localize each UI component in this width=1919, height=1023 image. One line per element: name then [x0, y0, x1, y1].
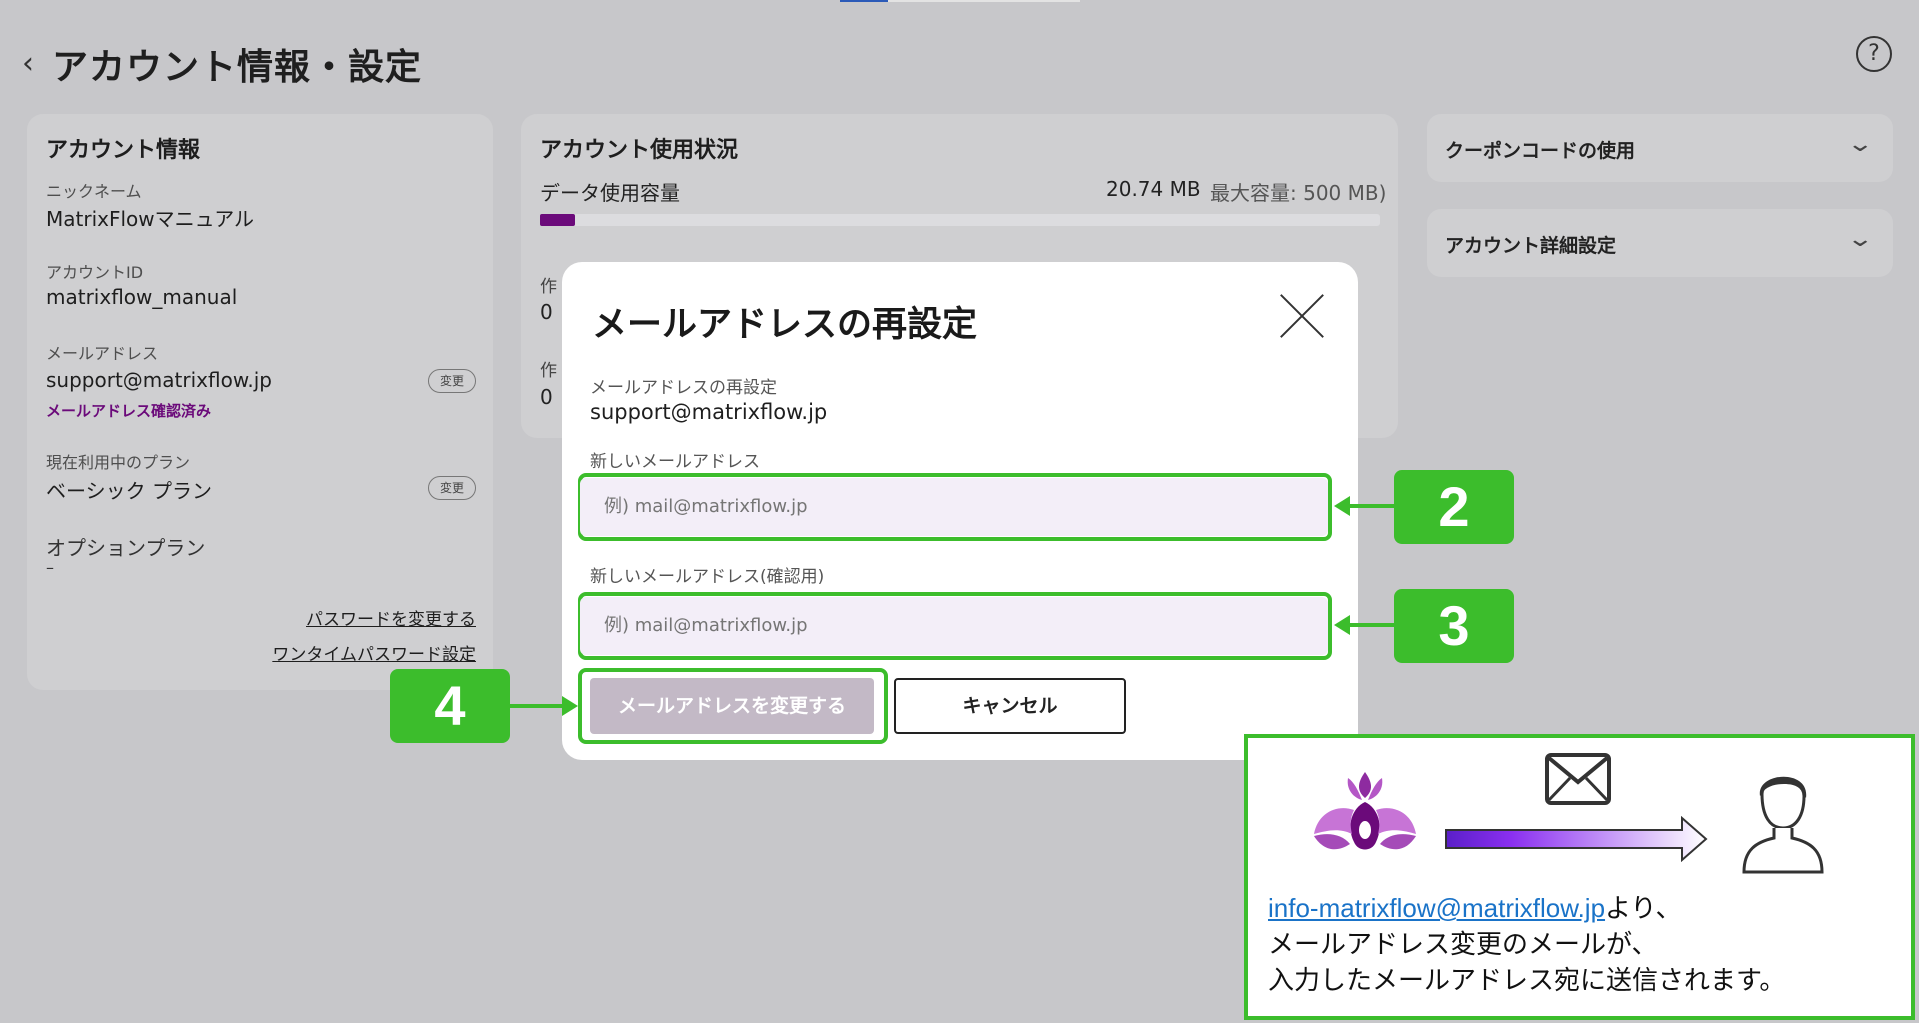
confirm-email-input[interactable] [580, 597, 1328, 655]
callout-badge-2: 2 [1394, 470, 1514, 544]
info-line3: 入力したメールアドレス宛に送信されます。 [1268, 965, 1786, 995]
account-detail-accordion[interactable]: アカウント詳細設定 ⌄ [1427, 209, 1893, 277]
plan-label: 現在利用中のプラン [46, 453, 191, 472]
email-info-box: info-matrixflow@matrixflow.jpより、 メールアドレス… [1244, 734, 1915, 1020]
info-line1-suffix: より、 [1605, 893, 1682, 923]
data-used-value: 20.74 MB [1106, 177, 1201, 201]
nickname-value: MatrixFlowマニュアル [46, 207, 255, 231]
page-title: アカウント情報・設定 [52, 47, 423, 88]
chevron-down-icon: ⌄ [1845, 227, 1874, 252]
option-plan-label: オプションプラン [46, 536, 206, 560]
data-usage-bar [540, 214, 1380, 226]
callout-4-arrow [510, 704, 564, 708]
info-line2: メールアドレス変更のメールが、 [1268, 929, 1658, 959]
close-icon[interactable] [1278, 292, 1326, 340]
sender-email-link[interactable]: info-matrixflow@matrixflow.jp [1268, 893, 1605, 923]
coupon-accordion-label: クーポンコードの使用 [1445, 140, 1636, 162]
usage-row2-value: 0 [540, 385, 553, 409]
callout-2-arrow [1346, 504, 1394, 508]
top-tab-indicator [840, 0, 888, 2]
coupon-accordion[interactable]: クーポンコードの使用 ⌄ [1427, 114, 1893, 182]
account-info-heading: アカウント情報 [46, 138, 201, 163]
callout-3-arrow [1346, 623, 1394, 627]
current-email-label: メールアドレスの再設定 [590, 378, 777, 398]
callout-badge-3: 3 [1394, 589, 1514, 663]
nickname-label: ニックネーム [46, 182, 142, 201]
callout-3-arrowhead [1334, 615, 1350, 635]
top-tab-track [888, 0, 1080, 2]
confirm-email-label: 新しいメールアドレス(確認用) [590, 567, 825, 587]
data-max-value: 最大容量: 500 MB) [1210, 181, 1387, 205]
plan-change-button[interactable]: 変更 [428, 476, 476, 500]
option-plan-value: – [46, 558, 54, 577]
current-email-value: support@matrixflow.jp [590, 400, 828, 424]
new-email-label: 新しいメールアドレス [590, 452, 760, 472]
callout-badge-4: 4 [390, 669, 510, 743]
email-verified-status: メールアドレス確認済み [46, 402, 212, 420]
send-arrow-icon [1445, 816, 1708, 862]
modal-title: メールアドレスの再設定 [592, 305, 978, 345]
back-chevron-icon[interactable]: ‹ [22, 44, 48, 84]
plan-value: ベーシック プラン [46, 479, 212, 503]
callout-4-arrowhead [562, 696, 578, 716]
data-usage-label: データ使用容量 [540, 181, 680, 205]
email-label: メールアドレス [46, 344, 159, 363]
chevron-down-icon: ⌄ [1845, 132, 1874, 157]
new-email-input[interactable] [580, 478, 1328, 536]
cancel-button[interactable]: キャンセル [894, 678, 1126, 734]
change-password-link[interactable]: パスワードを変更する [306, 605, 476, 630]
account-id-value: matrixflow_manual [46, 285, 238, 309]
usage-row1-value: 0 [540, 300, 553, 324]
email-change-button[interactable]: 変更 [428, 369, 476, 393]
account-id-label: アカウントID [46, 263, 144, 282]
usage-row2-label: 作 [540, 361, 557, 381]
help-icon[interactable]: ? [1856, 36, 1892, 72]
email-value: support@matrixflow.jp [46, 368, 272, 392]
user-icon [1742, 776, 1824, 874]
data-usage-bar-fill [540, 214, 575, 226]
envelope-icon [1545, 753, 1611, 805]
usage-heading: アカウント使用状況 [540, 138, 739, 163]
otp-settings-link[interactable]: ワンタイムパスワード設定 [272, 640, 476, 665]
info-message: info-matrixflow@matrixflow.jpより、 メールアドレス… [1268, 890, 1785, 998]
usage-row1-label: 作 [540, 277, 557, 297]
callout-2-arrowhead [1334, 496, 1350, 516]
matrixflow-logo-icon [1314, 772, 1416, 850]
account-detail-accordion-label: アカウント詳細設定 [1445, 235, 1617, 257]
change-email-button[interactable]: メールアドレスを変更する [590, 678, 874, 734]
